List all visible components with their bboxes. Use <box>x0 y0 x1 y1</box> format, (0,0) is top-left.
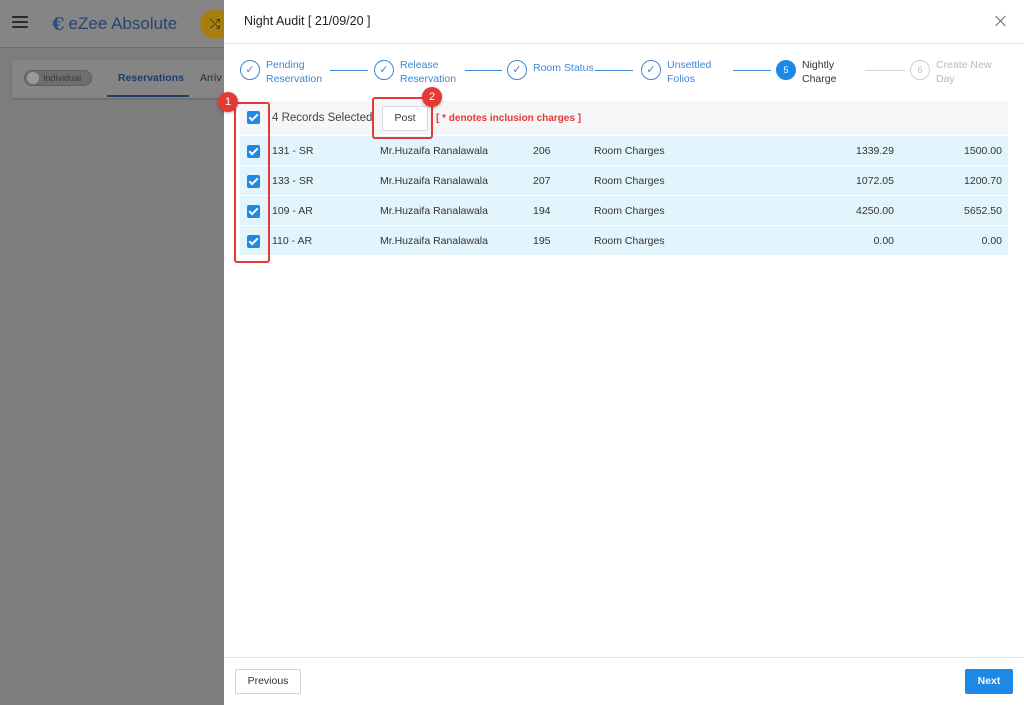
step-connector <box>595 70 633 71</box>
logo-text: eZee Absolute <box>68 14 178 33</box>
title-divider <box>224 43 1024 44</box>
records-selected-text: 4 Records Selected <box>272 112 373 124</box>
step-label: Room Status <box>533 62 594 74</box>
selection-toolbar: 4 Records Selected Post [ * denotes incl… <box>240 101 1008 135</box>
room-cell: 131 - SR <box>272 145 314 157</box>
reservation-number-cell: 206 <box>533 145 551 157</box>
inclusion-charges-note: [ * denotes inclusion charges ] <box>436 113 582 124</box>
hamburger-menu-icon[interactable] <box>12 16 28 30</box>
room-cell: 110 - AR <box>272 235 313 247</box>
total-cell: 1200.70 <box>964 175 1002 187</box>
audit-stepper: ✓ Pending Reservation ✓ Release Reservat… <box>224 58 1024 92</box>
step-label: Nightly <box>802 59 835 71</box>
table-row: 131 - SR Mr.Huzaifa Ranalawala 206 Room … <box>240 136 1008 166</box>
annotation-badge-1: 1 <box>218 92 238 112</box>
step-create-new-day[interactable]: 6 Create New Day <box>910 58 991 86</box>
individual-toggle[interactable]: Individual <box>24 70 92 86</box>
step-label: Create New <box>936 59 992 71</box>
tab-reservations[interactable]: Reservations <box>118 72 184 84</box>
step-connector <box>465 70 502 71</box>
step-label: Pending <box>266 59 305 71</box>
guest-cell: Mr.Huzaifa Ranalawala <box>380 175 488 187</box>
amount-cell: 4250.00 <box>856 205 894 217</box>
step-label: Unsettled <box>667 59 712 71</box>
step-nightly-charge[interactable]: 5 Nightly Charge <box>776 58 836 86</box>
step-label: Reservation <box>266 73 323 85</box>
total-cell: 1500.00 <box>964 145 1002 157</box>
reservation-number-cell: 195 <box>533 235 551 247</box>
check-icon: ✓ <box>507 60 527 80</box>
reservation-number-cell: 194 <box>533 205 551 217</box>
step-label: Reservation <box>400 73 457 85</box>
step-pending-reservation[interactable]: ✓ Pending Reservation <box>240 58 322 86</box>
step-number-icon: 5 <box>776 60 796 80</box>
charge-type-cell: Room Charges <box>594 175 665 187</box>
previous-button[interactable]: Previous <box>235 669 301 694</box>
step-number-icon: 6 <box>910 60 930 80</box>
guest-cell: Mr.Huzaifa Ranalawala <box>380 205 488 217</box>
check-icon: ✓ <box>240 60 260 80</box>
tab-arrivals[interactable]: Arriv <box>200 72 222 84</box>
guest-cell: Mr.Huzaifa Ranalawala <box>380 235 488 247</box>
charge-type-cell: Room Charges <box>594 235 665 247</box>
step-label: Day <box>936 73 955 85</box>
background-tab-bar: Individual Reservations Arriv <box>12 60 244 98</box>
amount-cell: 0.00 <box>873 235 894 247</box>
amount-cell: 1339.29 <box>856 145 894 157</box>
table-row: 109 - AR Mr.Huzaifa Ranalawala 194 Room … <box>240 196 1008 226</box>
checkbox-highlight-box <box>234 102 270 263</box>
logo-mark-icon: € <box>52 13 65 35</box>
step-unsettled-folios[interactable]: ✓ Unsettled Folios <box>641 58 711 86</box>
step-connector <box>733 70 771 71</box>
step-connector <box>330 70 368 71</box>
total-cell: 5652.50 <box>964 205 1002 217</box>
guest-cell: Mr.Huzaifa Ranalawala <box>380 145 488 157</box>
step-label: Charge <box>802 73 837 85</box>
close-icon[interactable] <box>994 14 1008 28</box>
room-cell: 133 - SR <box>272 175 314 187</box>
table-row: 133 - SR Mr.Huzaifa Ranalawala 207 Room … <box>240 166 1008 196</box>
check-icon: ✓ <box>374 60 394 80</box>
total-cell: 0.00 <box>981 235 1002 247</box>
step-release-reservation[interactable]: ✓ Release Reservation <box>374 58 456 86</box>
app-logo: € eZee Absolute <box>52 12 177 36</box>
charge-type-cell: Room Charges <box>594 145 665 157</box>
room-cell: 109 - AR <box>272 205 313 217</box>
annotation-badge-2: 2 <box>422 87 442 107</box>
active-tab-indicator <box>107 95 189 97</box>
night-audit-dialog: Night Audit [ 21/09/20 ] ✓ Pending Reser… <box>218 0 1024 705</box>
dialog-title: Night Audit [ 21/09/20 ] <box>244 14 371 28</box>
next-button[interactable]: Next <box>965 669 1013 694</box>
footer-divider <box>224 657 1024 658</box>
table-row: 110 - AR Mr.Huzaifa Ranalawala 195 Room … <box>240 226 1008 256</box>
step-label: Release <box>400 59 439 71</box>
reservation-number-cell: 207 <box>533 175 551 187</box>
step-connector <box>865 70 905 71</box>
nightly-charge-table: 131 - SR Mr.Huzaifa Ranalawala 206 Room … <box>240 136 1008 256</box>
charge-type-cell: Room Charges <box>594 205 665 217</box>
check-icon: ✓ <box>641 60 661 80</box>
step-label: Folios <box>667 73 696 85</box>
amount-cell: 1072.05 <box>856 175 894 187</box>
step-room-status[interactable]: ✓ Room Status <box>507 58 594 80</box>
